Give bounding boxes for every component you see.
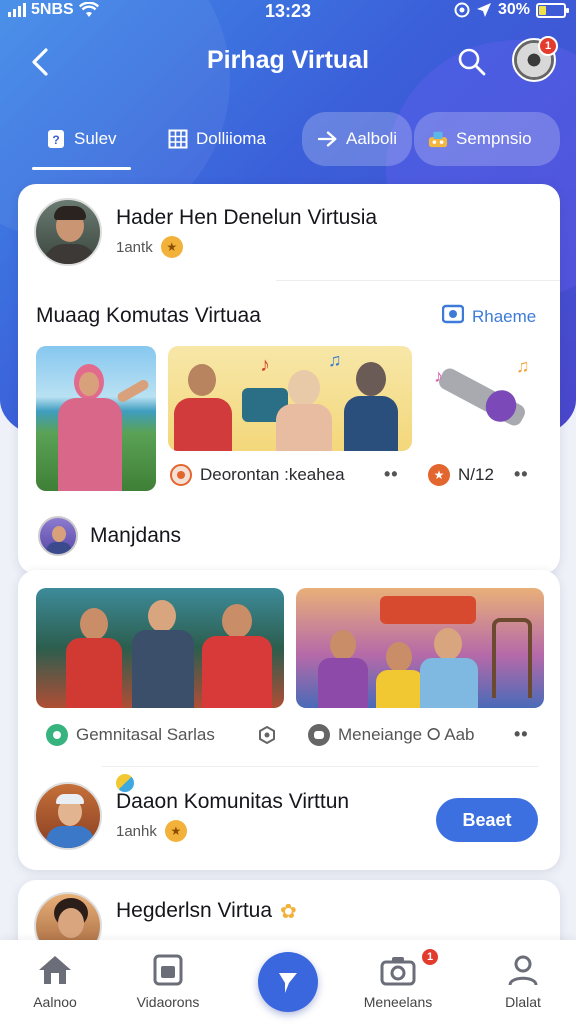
nav-home[interactable]: Aalnoo [0, 954, 110, 1010]
section-link[interactable]: Rhaeme [441, 304, 536, 329]
video-icon [153, 954, 183, 986]
chat-fab-button[interactable] [258, 952, 318, 1012]
profile-name: Hader Hen Denelun Virtusia [116, 206, 378, 229]
item-meta-2[interactable]: ★ N/12 [428, 464, 494, 486]
paw-icon: ✿ [280, 900, 297, 923]
section-title: Muaag Komutas Virtuaa [36, 304, 261, 327]
tab-sulev[interactable]: ? Sulev [32, 114, 130, 170]
search-button[interactable] [454, 44, 490, 80]
chat-icon [279, 973, 297, 993]
more-options-icon[interactable]: •• [384, 464, 399, 485]
thumbnail-students[interactable] [36, 588, 284, 708]
community-row[interactable]: Daaon Komunitas Virttun 1anhk ★ [34, 774, 350, 850]
thumbnail-microphone[interactable]: ♪ ♫ [426, 346, 546, 451]
chat-bubble-icon [308, 724, 330, 746]
profile-icon [508, 955, 538, 986]
divider [102, 766, 538, 767]
avatar [34, 782, 102, 850]
divider [276, 280, 560, 281]
feed-card: Gemnitasal Sarlas Meneiange ⭘ Aab •• Daa… [18, 570, 560, 870]
feed-label: Meneiange ⭘ Aab [338, 725, 475, 744]
tab-label: Sempnsio [456, 129, 532, 148]
avatar [38, 516, 78, 556]
check-icon [46, 724, 68, 746]
camera-badge: 1 [420, 947, 440, 967]
grid-icon [168, 129, 188, 149]
svg-text:?: ? [52, 133, 59, 147]
more-options-icon[interactable]: •• [514, 464, 529, 485]
thumbnail-music-group[interactable]: ♪ ♫ [168, 346, 412, 451]
battery-percent: 30% [497, 1, 530, 18]
follow-button[interactable]: Beaet [436, 798, 538, 842]
thumbnail-playground[interactable] [296, 588, 544, 708]
location-icon [476, 3, 491, 17]
more-options-icon[interactable]: •• [514, 724, 529, 745]
camera-icon [441, 304, 465, 329]
tab-bar: ? Sulev Dolliioma Aalboli Sempnsio [0, 112, 576, 172]
coin-icon: ★ [164, 820, 187, 842]
search-icon [458, 48, 486, 76]
notification-badge: 1 [538, 36, 558, 56]
headphones-icon [454, 2, 470, 18]
feed-meta-1[interactable]: Gemnitasal Sarlas [46, 724, 215, 746]
member-row[interactable]: Manjdans [38, 516, 181, 556]
game-icon [428, 129, 448, 149]
location-pin-icon [170, 464, 192, 486]
tab-label: Sulev [74, 129, 117, 148]
tab-sempnsio[interactable]: Sempnsio [428, 114, 532, 164]
community-subtitle: 1anhk [116, 822, 157, 840]
item-meta-1[interactable]: Deorontan :keahea [170, 464, 345, 486]
tab-label: Aalboli [346, 129, 398, 148]
item-label: Deorontan :keahea [200, 465, 345, 484]
camera-icon [380, 957, 416, 986]
app-bar: Pirhag Virtual 1 [0, 36, 576, 88]
tab-label: Dolliioma [196, 129, 266, 148]
bookmark-icon: ? [46, 129, 66, 149]
tab-dolliioma[interactable]: Dolliioma [168, 114, 266, 164]
status-bar: 5NBS 13:23 30% [0, 0, 576, 24]
feed-label: Gemnitasal Sarlas [76, 725, 215, 744]
coin-icon: ★ [160, 236, 183, 258]
nav-profile[interactable]: Dlalat [468, 954, 576, 1010]
star-icon: ★ [428, 464, 450, 486]
member-name: Manjdans [90, 524, 182, 547]
card-profile[interactable]: Hader Hen Denelun Virtusia 1antk ★ [34, 198, 377, 266]
item-label: N/12 [458, 465, 494, 484]
battery-icon [536, 2, 569, 18]
next-profile-name: Hegderlsn Virtua [116, 899, 273, 922]
feed-meta-2[interactable]: Meneiange ⭘ Aab [308, 724, 474, 746]
send-icon [318, 129, 338, 149]
tab-aalboli[interactable]: Aalboli [318, 114, 397, 164]
home-icon [39, 956, 71, 984]
community-name: Daaon Komunitas Virttun [116, 790, 350, 813]
nav-videos[interactable]: Vidaorons [113, 954, 223, 1010]
avatar [34, 198, 102, 266]
community-card: Hader Hen Denelun Virtusia 1antk ★ Muaag… [18, 184, 560, 574]
settings-icon[interactable] [258, 725, 276, 749]
profile-subtitle: 1antk [116, 238, 153, 256]
thumbnail-woman-beach[interactable] [36, 346, 156, 491]
